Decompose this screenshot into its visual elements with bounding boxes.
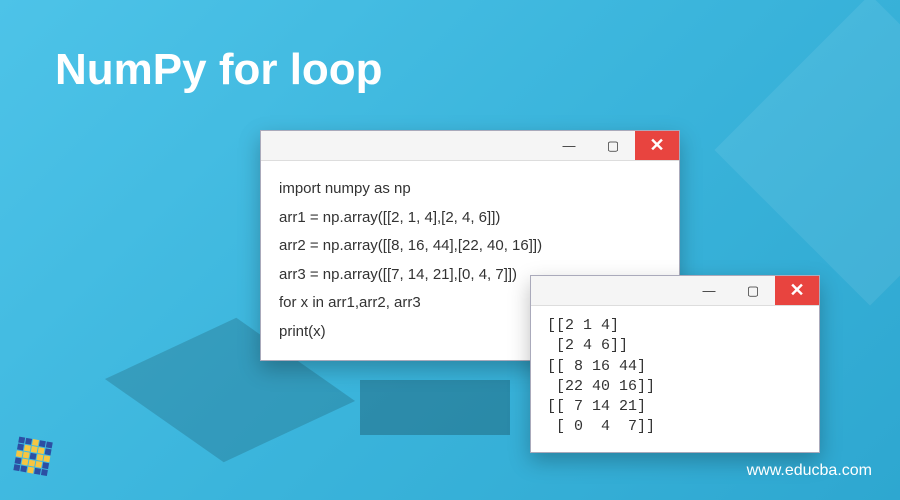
output-body: [[2 1 4] [2 4 6]] [[ 8 16 44] [22 40 16]… [531,306,819,452]
maximize-button[interactable]: ▢ [591,131,635,160]
code-line: import numpy as np [279,175,661,204]
output-window: — ▢ ✕ [[2 1 4] [2 4 6]] [[ 8 16 44] [22 … [530,275,820,453]
minimize-button[interactable]: — [547,131,591,160]
minimize-button[interactable]: — [687,276,731,305]
educba-logo-icon [16,440,58,482]
code-line: arr2 = np.array([[8, 16, 44],[22, 40, 16… [279,232,661,261]
close-button[interactable]: ✕ [635,131,679,160]
code-window-titlebar: — ▢ ✕ [261,131,679,161]
code-line: arr1 = np.array([[2, 1, 4],[2, 4, 6]]) [279,204,661,233]
website-url: www.educba.com [747,462,872,480]
page-title: NumPy for loop [55,45,383,95]
output-window-titlebar: — ▢ ✕ [531,276,819,306]
maximize-button[interactable]: ▢ [731,276,775,305]
window-floor-shadow [360,380,510,435]
background-shape [714,0,900,306]
close-button[interactable]: ✕ [775,276,819,305]
